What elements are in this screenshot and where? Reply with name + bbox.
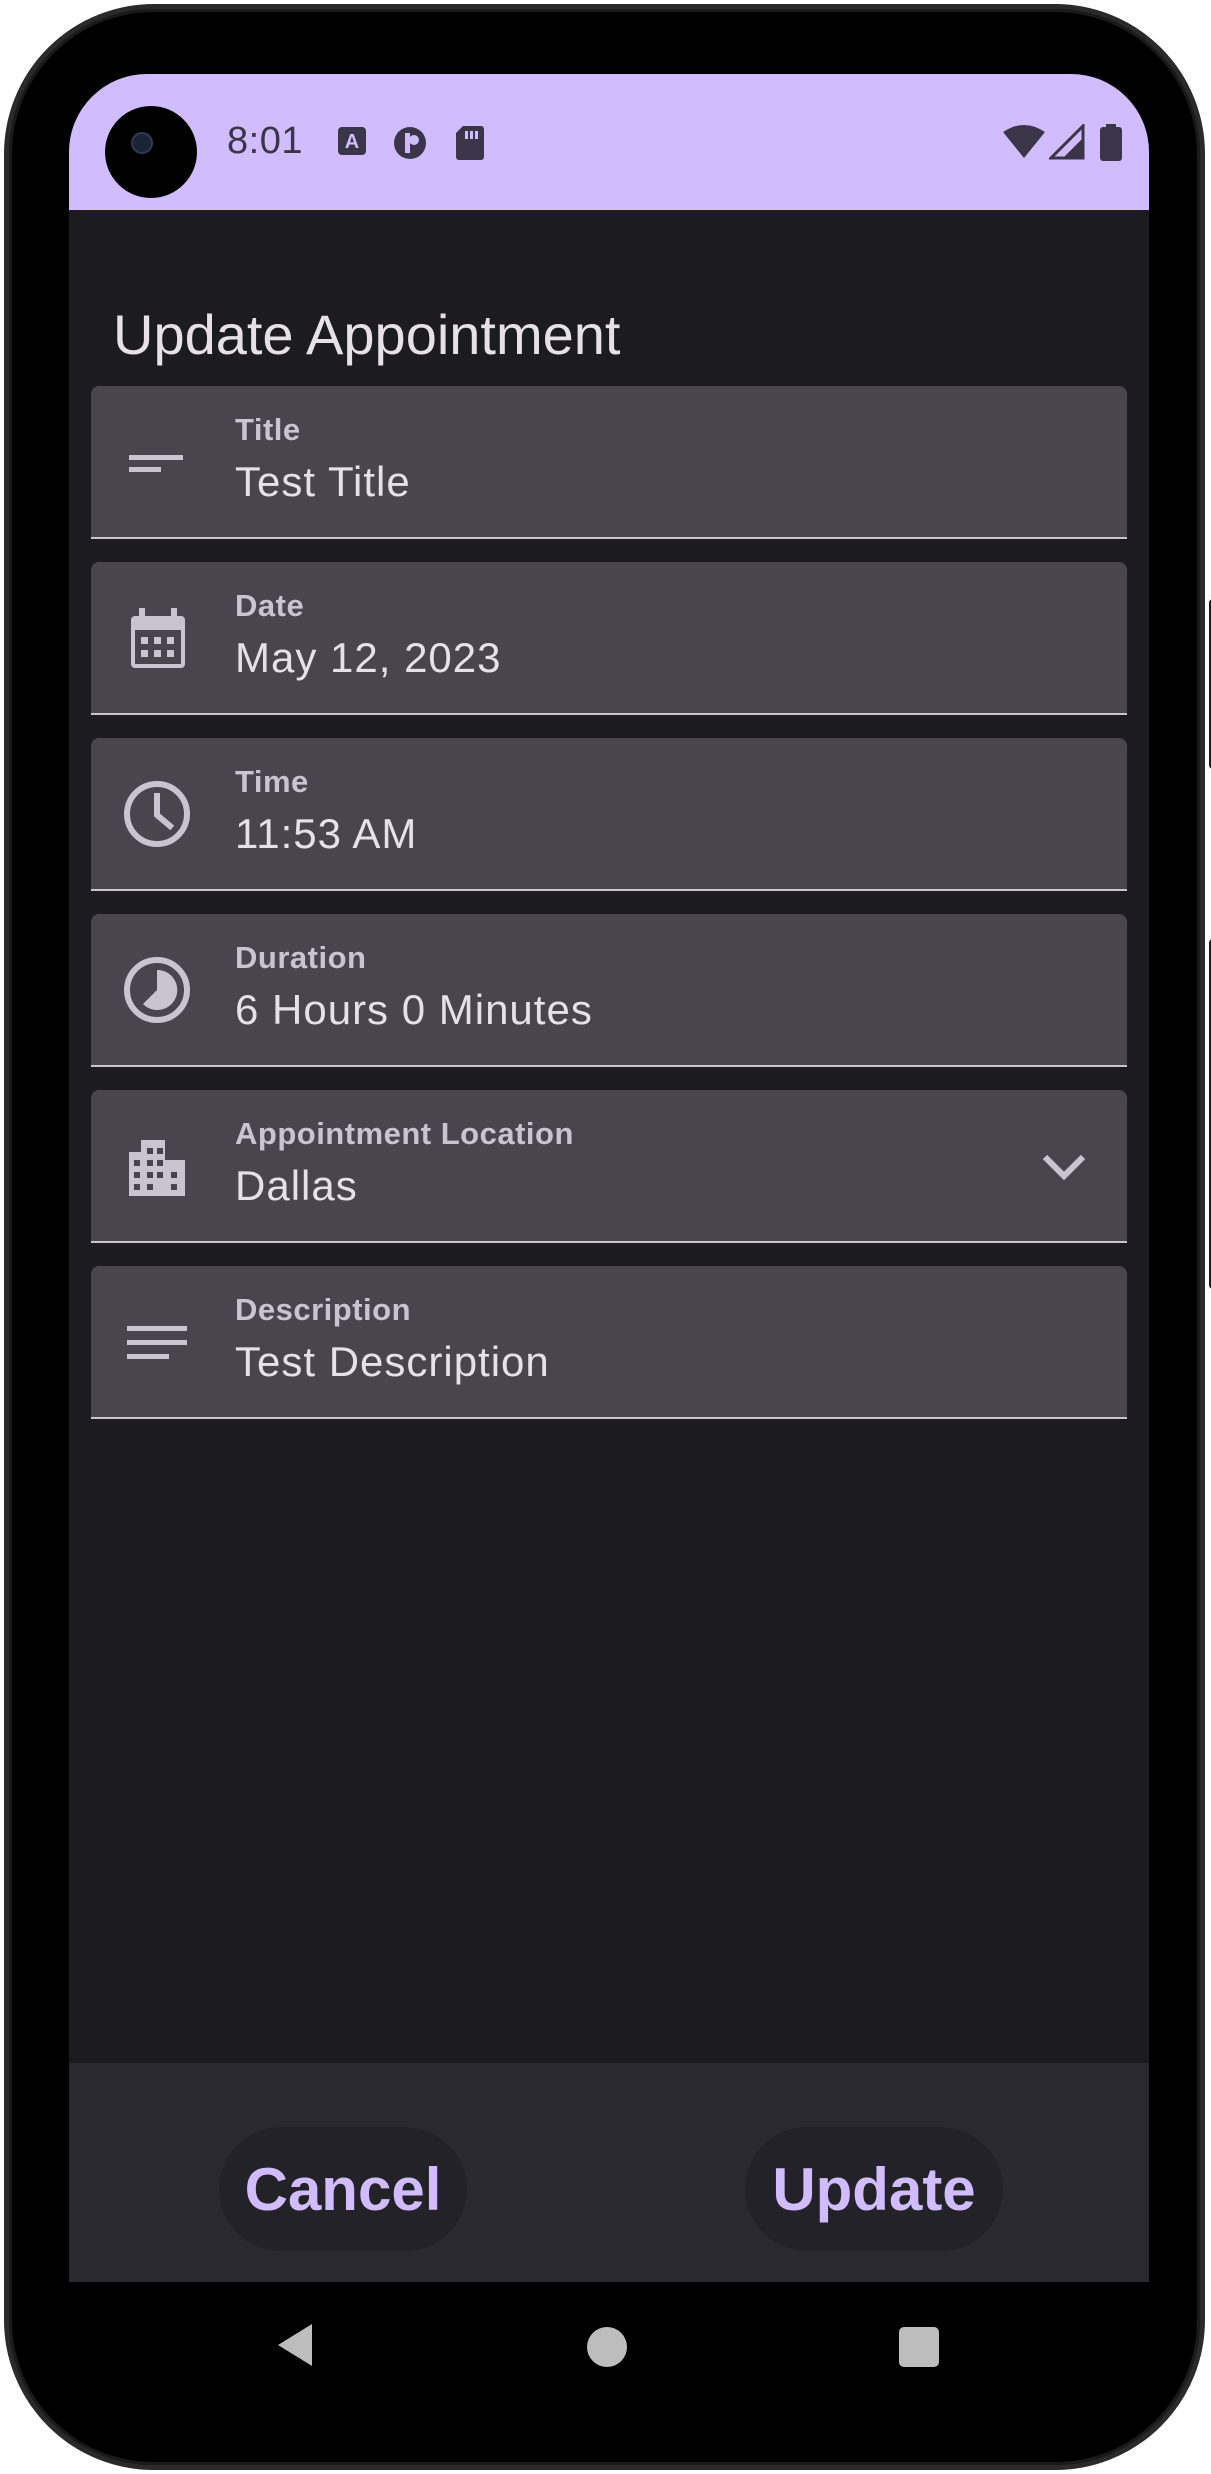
- location-field-label: Appointment Location: [235, 1116, 574, 1151]
- timelapse-icon: [124, 957, 190, 1023]
- battery-icon: [1100, 124, 1122, 161]
- status-time: 8:01: [227, 120, 303, 162]
- status-bar: 8:01 A: [69, 74, 1149, 210]
- front-camera: [105, 106, 197, 198]
- description-field-value[interactable]: Test Description: [235, 1338, 550, 1386]
- page-title: Update Appointment: [113, 303, 621, 366]
- duration-field-value[interactable]: 6 Hours 0 Minutes: [235, 986, 593, 1034]
- date-field-value[interactable]: May 12, 2023: [235, 634, 502, 682]
- recents-icon[interactable]: [899, 2327, 939, 2367]
- calendar-icon: [131, 608, 185, 668]
- sd-card-icon: [456, 126, 484, 160]
- location-field-value[interactable]: Dallas: [235, 1162, 358, 1210]
- time-field-value[interactable]: 11:53 AM: [235, 810, 417, 858]
- clock-icon: [124, 781, 190, 847]
- short-text-icon: [129, 455, 183, 472]
- navigation-bar: [69, 2282, 1149, 2412]
- wifi-icon: [1003, 125, 1045, 158]
- description-field[interactable]: Description Test Description: [91, 1266, 1127, 1419]
- duration-field[interactable]: Duration 6 Hours 0 Minutes: [91, 914, 1127, 1067]
- date-field[interactable]: Date May 12, 2023: [91, 562, 1127, 715]
- cancel-button[interactable]: Cancel: [219, 2127, 467, 2251]
- title-field-label: Title: [235, 412, 301, 447]
- description-field-label: Description: [235, 1292, 412, 1327]
- signal-icon: [1049, 124, 1085, 160]
- title-field-value[interactable]: Test Title: [235, 458, 411, 506]
- time-field[interactable]: Time 11:53 AM: [91, 738, 1127, 891]
- app-screen: 8:01 A Update Appointment Title Test Tit…: [69, 74, 1149, 2282]
- title-field[interactable]: Title Test Title: [91, 386, 1127, 539]
- time-field-label: Time: [235, 764, 309, 799]
- back-icon[interactable]: [274, 2320, 314, 2370]
- date-field-label: Date: [235, 588, 305, 623]
- home-icon[interactable]: [587, 2327, 627, 2367]
- location-dropdown[interactable]: Appointment Location Dallas: [91, 1090, 1127, 1243]
- chevron-down-icon[interactable]: [1039, 1145, 1089, 1189]
- update-button[interactable]: Update: [745, 2127, 1003, 2251]
- building-icon: [129, 1140, 185, 1196]
- phone-frame: 8:01 A Update Appointment Title Test Tit…: [4, 4, 1211, 2470]
- autofill-icon: A: [338, 127, 366, 155]
- assistant-icon: [394, 127, 426, 159]
- duration-field-label: Duration: [235, 940, 367, 975]
- notes-icon: [127, 1326, 187, 1359]
- svg-text:A: A: [345, 131, 359, 153]
